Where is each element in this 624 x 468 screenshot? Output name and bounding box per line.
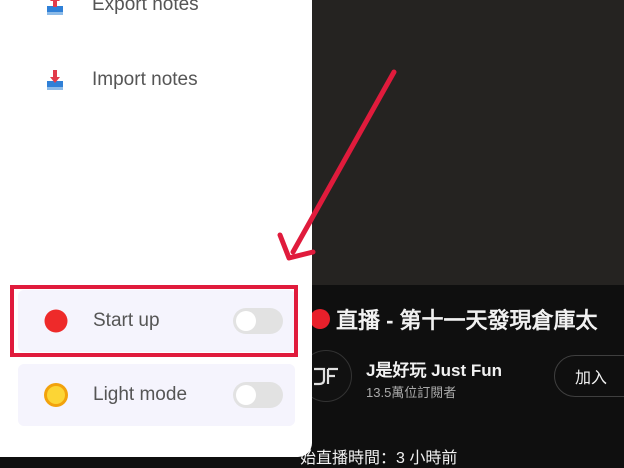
- import-notes-label: Import notes: [92, 69, 198, 90]
- live-indicator-icon: [310, 309, 330, 329]
- export-notes-label: Export notes: [92, 0, 199, 15]
- video-title-text: 直播 - 第十一天發現倉庫太: [336, 308, 598, 333]
- light-mode-label: Light mode: [93, 384, 188, 405]
- light-mode-setting: Light mode: [18, 364, 295, 426]
- stream-start-time: 始直播時間：3 小時前: [300, 450, 458, 467]
- video-player[interactable]: [300, 0, 624, 285]
- toggle-knob: [236, 385, 256, 405]
- video-title[interactable]: 直播 - 第十一天發現倉庫太: [310, 303, 598, 335]
- channel-name[interactable]: J是好玩 Just Fun: [366, 356, 502, 381]
- export-notes-item[interactable]: Export notes: [44, 0, 199, 16]
- light-mode-toggle[interactable]: [233, 382, 283, 408]
- export-icon: [44, 0, 66, 16]
- import-icon: [44, 69, 66, 91]
- sun-icon: [43, 382, 69, 408]
- highlight-box: [10, 285, 298, 357]
- channel-logo-icon: [314, 367, 338, 386]
- subscriber-count: 13.5萬位訂閱者: [366, 385, 457, 400]
- import-notes-item[interactable]: Import notes: [44, 69, 198, 91]
- join-button[interactable]: 加入: [554, 355, 624, 397]
